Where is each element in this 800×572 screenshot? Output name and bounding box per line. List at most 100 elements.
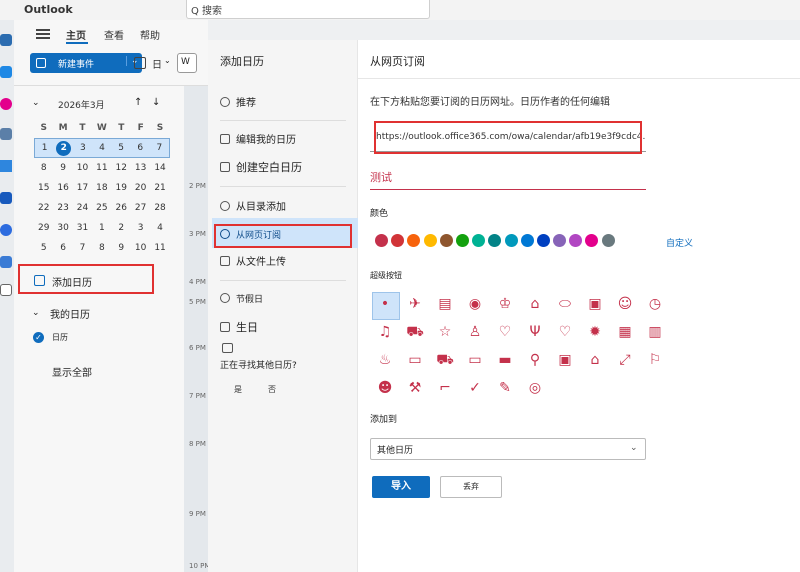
pizza-icon[interactable]: ✹: [582, 320, 608, 346]
color-swatch[interactable]: [569, 234, 583, 247]
people-icon[interactable]: ☺: [612, 292, 638, 318]
day-cell[interactable]: 26: [112, 203, 131, 213]
briefcase-icon[interactable]: ▣: [582, 292, 608, 318]
no-button[interactable]: 否: [268, 384, 276, 395]
nav-create-blank[interactable]: 创建空白日历: [220, 159, 302, 175]
day-cell[interactable]: 9: [53, 163, 72, 173]
color-swatch[interactable]: [520, 234, 534, 247]
day-cell[interactable]: 14: [150, 163, 169, 173]
chevron-down-icon[interactable]: ⌄: [32, 308, 40, 318]
heart-broken-icon[interactable]: ♡: [492, 320, 518, 346]
arrow-up-icon[interactable]: ↑: [134, 97, 142, 108]
airplane-icon[interactable]: ✈: [402, 292, 428, 318]
day-cell[interactable]: 7: [150, 143, 169, 153]
todo-icon[interactable]: [0, 160, 12, 172]
import-button[interactable]: 导入: [372, 476, 430, 498]
calendar-item-label[interactable]: 日历: [52, 332, 68, 343]
camera-icon[interactable]: ◉: [462, 292, 488, 318]
car-icon[interactable]: ⛟: [402, 320, 428, 346]
day-cell[interactable]: 19: [112, 183, 131, 193]
heart-icon[interactable]: ♡: [552, 320, 578, 346]
apps-icon[interactable]: [0, 284, 12, 296]
color-swatch[interactable]: [601, 234, 615, 247]
people-icon[interactable]: [0, 128, 12, 140]
tab-help[interactable]: 帮助: [140, 27, 160, 42]
day-cell[interactable]: 6: [131, 143, 150, 153]
day-cell[interactable]: 28: [150, 203, 169, 213]
checkmark-icon[interactable]: ✓: [33, 332, 44, 343]
show-all-link[interactable]: 显示全部: [52, 364, 92, 379]
wrench-icon[interactable]: ⚒: [402, 376, 428, 402]
ticket-icon[interactable]: ▭: [462, 348, 488, 374]
nav-holidays[interactable]: 节假日: [220, 292, 263, 305]
square-icon[interactable]: •: [372, 292, 398, 318]
trophy-icon[interactable]: ♔: [492, 292, 518, 318]
custom-color-link[interactable]: 自定义: [666, 236, 693, 249]
day-cell[interactable]: 13: [131, 163, 150, 173]
running-icon[interactable]: ⚐: [642, 348, 668, 374]
day-cell[interactable]: 4: [150, 223, 169, 233]
nav-from-directory[interactable]: 从目录添加: [220, 198, 286, 213]
nav-upload-file[interactable]: 从文件上传: [220, 253, 286, 268]
day-cell[interactable]: 21: [150, 183, 169, 193]
graduation-icon[interactable]: ⌂: [582, 348, 608, 374]
book-icon[interactable]: ▥: [642, 320, 668, 346]
menu-icon[interactable]: [36, 27, 50, 39]
day-cell[interactable]: 9: [112, 243, 131, 253]
color-swatch[interactable]: [553, 234, 567, 247]
arrows-icon[interactable]: ⤢: [612, 348, 638, 374]
teams-icon[interactable]: [0, 224, 12, 236]
color-swatch[interactable]: [407, 234, 421, 247]
color-swatch[interactable]: [391, 234, 405, 247]
add-to-dropdown[interactable]: 其他日历: [370, 438, 646, 460]
film-icon[interactable]: ▦: [612, 320, 638, 346]
home-icon[interactable]: ⌂: [522, 292, 548, 318]
pill-icon[interactable]: ⬭: [552, 292, 578, 318]
arrow-down-icon[interactable]: ↓: [152, 97, 160, 108]
word-icon[interactable]: [0, 192, 12, 204]
star-icon[interactable]: ☆: [432, 320, 458, 346]
day-cell[interactable]: 10: [73, 163, 92, 173]
target-icon[interactable]: ◎: [522, 376, 548, 402]
calendar-name-input[interactable]: 测试: [370, 168, 646, 190]
stopwatch-icon[interactable]: ◷: [642, 292, 668, 318]
day-cell[interactable]: 4: [92, 143, 111, 153]
truck-icon[interactable]: ⛟: [432, 348, 458, 374]
discard-button[interactable]: 丢弃: [440, 476, 502, 498]
day-cell[interactable]: 18: [92, 183, 111, 193]
search-input[interactable]: Q 搜索: [186, 0, 430, 19]
check-icon[interactable]: ✓: [462, 376, 488, 402]
color-swatch[interactable]: [472, 234, 486, 247]
chevron-down-icon[interactable]: ⌄: [32, 98, 40, 108]
day-cell[interactable]: 15: [34, 183, 53, 193]
nav-birthdays[interactable]: 生日: [220, 319, 258, 335]
day-cell[interactable]: 29: [34, 223, 53, 233]
day-cell[interactable]: 23: [53, 203, 72, 213]
day-cell[interactable]: 7: [73, 243, 92, 253]
color-swatch[interactable]: [375, 234, 388, 247]
view-week-button[interactable]: W: [177, 53, 197, 73]
card-icon[interactable]: ▬: [492, 348, 518, 374]
document-icon[interactable]: ▤: [432, 292, 458, 318]
color-swatch[interactable]: [585, 234, 599, 247]
mail-icon[interactable]: [0, 34, 12, 46]
day-cell[interactable]: 11: [92, 163, 111, 173]
baby-icon[interactable]: ☻: [372, 376, 398, 402]
day-cell[interactable]: 16: [53, 183, 72, 193]
person-icon[interactable]: ♙: [462, 320, 488, 346]
day-cell[interactable]: 25: [92, 203, 111, 213]
day-cell[interactable]: 27: [131, 203, 150, 213]
day-cell[interactable]: 5: [34, 243, 53, 253]
day-cell[interactable]: 10: [131, 243, 150, 253]
day-cell[interactable]: 1: [35, 143, 54, 153]
color-swatch[interactable]: [455, 234, 469, 247]
day-cell[interactable]: 3: [131, 223, 150, 233]
nav-recommended[interactable]: 推荐: [220, 94, 256, 109]
day-cell[interactable]: 30: [53, 223, 72, 233]
day-cell[interactable]: 8: [34, 163, 53, 173]
color-swatch[interactable]: [536, 234, 550, 247]
day-cell[interactable]: 1: [92, 223, 111, 233]
chevron-down-icon[interactable]: ⌄: [630, 443, 638, 453]
copilot-icon[interactable]: [0, 98, 12, 110]
day-cell[interactable]: 5: [112, 143, 131, 153]
